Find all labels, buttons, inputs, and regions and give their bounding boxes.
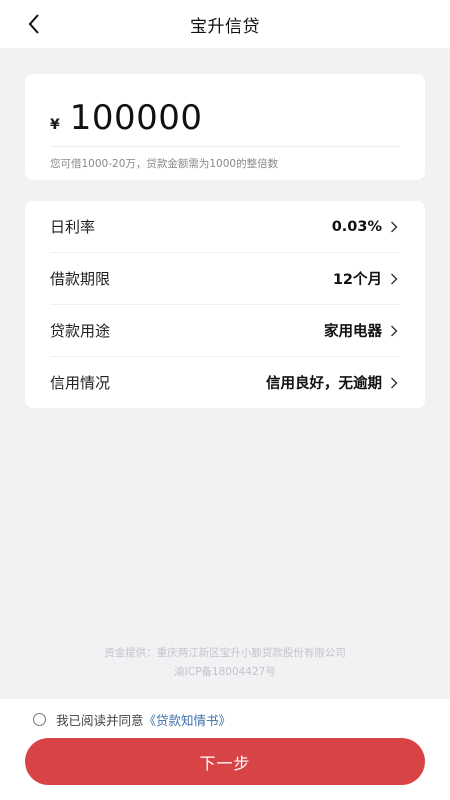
amount-input[interactable]: 100000 <box>70 98 203 138</box>
amount-divider <box>50 146 400 147</box>
amount-row[interactable]: ¥ 100000 <box>50 98 203 138</box>
next-step-button[interactable]: 下一步 <box>25 738 425 785</box>
row-loan-term[interactable]: 借款期限 12个月 <box>50 253 400 305</box>
row-credit-status[interactable]: 信用情况 信用良好，无逾期 <box>50 357 400 408</box>
loan-disclosure-link[interactable]: 《贷款知情书》 <box>144 710 232 729</box>
chevron-right-icon <box>390 220 400 234</box>
chevron-right-icon <box>390 376 400 390</box>
row-label: 日利率 <box>50 218 96 236</box>
bottom-action-area: 我已阅读并同意 《贷款知情书》 下一步 <box>0 699 450 800</box>
loan-info-card: 日利率 0.03% 借款期限 12个月 贷款用途 家用电器 信用情况 信用良好，… <box>25 201 425 408</box>
row-daily-rate[interactable]: 日利率 0.03% <box>50 201 400 253</box>
row-label: 贷款用途 <box>50 322 111 340</box>
chevron-left-icon <box>28 14 39 34</box>
page-title: 宝升信贷 <box>190 16 260 37</box>
amount-hint: 您可借1000-20万，贷款金额需为1000的整倍数 <box>50 158 279 170</box>
icp-text: 渝ICP备18004427号 <box>174 666 276 678</box>
currency-symbol: ¥ <box>50 117 60 133</box>
row-label: 信用情况 <box>50 374 111 392</box>
top-bar: 宝升信贷 <box>0 0 450 48</box>
row-value: 家用电器 <box>324 324 382 340</box>
fund-provider-text: 资金提供：重庆两江新区宝升小额贷款股份有限公司 <box>104 647 346 659</box>
row-value: 12个月 <box>332 272 382 288</box>
chevron-right-icon <box>390 272 400 286</box>
agreement-row: 我已阅读并同意 《贷款知情书》 <box>33 710 231 729</box>
chevron-right-icon <box>390 324 400 338</box>
agreement-text: 我已阅读并同意 <box>56 713 144 728</box>
row-value: 信用良好，无逾期 <box>266 376 382 392</box>
back-button[interactable] <box>22 12 46 36</box>
row-loan-purpose[interactable]: 贷款用途 家用电器 <box>50 305 400 357</box>
row-label: 借款期限 <box>50 270 111 288</box>
agreement-radio[interactable] <box>33 713 46 726</box>
row-value: 0.03% <box>331 218 382 235</box>
amount-card: ¥ 100000 您可借1000-20万，贷款金额需为1000的整倍数 <box>25 74 425 180</box>
